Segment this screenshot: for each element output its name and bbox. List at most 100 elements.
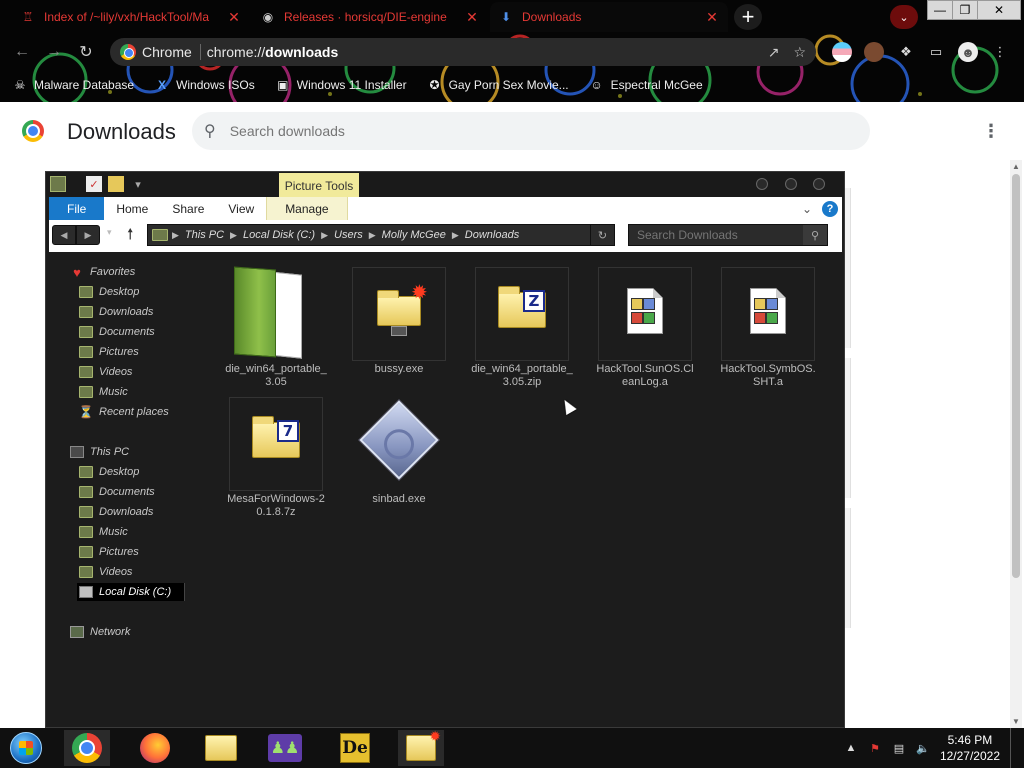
explorer-search[interactable]: ⚲ <box>628 224 828 246</box>
address-bar[interactable]: Chrome chrome://downloads ↗ ☆ <box>110 38 816 66</box>
downloads-search[interactable]: ⚲ <box>192 112 870 150</box>
nav-pc-desktop[interactable]: Desktop <box>79 463 139 481</box>
profile-avatar[interactable]: ☻ <box>958 42 978 62</box>
scroll-down-icon[interactable]: ▼ <box>1010 717 1022 726</box>
explorer-maximize-button[interactable] <box>785 178 797 190</box>
breadcrumb-users[interactable]: Users <box>328 229 369 241</box>
tab-share[interactable]: Share <box>160 197 216 220</box>
network-icon[interactable]: ▤ <box>892 741 906 755</box>
avatar-extension-icon[interactable] <box>864 42 884 62</box>
file-item-mesa-7z[interactable]: 7 MesaForWindows-20.1.8.7z <box>227 392 325 518</box>
breadcrumb-this-pc[interactable]: This PC <box>179 229 230 241</box>
taskbar-explorer-window[interactable] <box>398 728 444 766</box>
explorer-address-bar[interactable]: ▶ This PC ▶ Local Disk (C:) ▶ Users ▶ Mo… <box>147 224 615 246</box>
restore-button[interactable]: ❐ <box>952 0 978 20</box>
explorer-minimize-button[interactable] <box>756 178 768 190</box>
nav-this-pc[interactable]: This PC <box>70 443 129 461</box>
close-window-button[interactable]: ✕ <box>977 0 1021 20</box>
bookmark-movie[interactable]: ✪ Gay Porn Sex Movie... <box>427 77 569 93</box>
recent-locations-icon[interactable]: ▾ <box>107 227 112 238</box>
site-info-chip[interactable]: Chrome <box>120 44 201 60</box>
file-item-symbos-sht[interactable]: HackTool.SymbOS.SHT.a <box>720 262 816 388</box>
nav-pc-pictures[interactable]: Pictures <box>79 543 139 561</box>
search-icon[interactable]: ⚲ <box>803 225 827 245</box>
puzzle-icon[interactable]: ❖ <box>896 42 916 62</box>
start-button[interactable] <box>4 730 48 766</box>
explorer-forward-button[interactable]: ▶ <box>76 225 100 245</box>
reload-button[interactable]: ↻ <box>74 41 98 63</box>
tab-home[interactable]: Home <box>104 197 160 220</box>
star-icon[interactable]: ☆ <box>793 44 806 61</box>
volume-icon[interactable]: 🔈 <box>916 741 930 755</box>
scroll-up-icon[interactable]: ▲ <box>1010 162 1022 171</box>
share-icon[interactable]: ↗ <box>768 44 780 61</box>
breadcrumb-downloads[interactable]: Downloads <box>459 229 525 241</box>
kebab-menu-icon[interactable]: ⋮ <box>982 120 1000 144</box>
tab-manage[interactable]: Manage <box>266 197 348 220</box>
bookmark-malware-database[interactable]: ☠ Malware Database <box>12 77 134 93</box>
chevron-up-icon[interactable]: ▲ <box>844 741 858 755</box>
taskbar-file-explorer[interactable] <box>198 730 244 766</box>
taskbar-detect-it-easy[interactable]: De <box>332 730 378 766</box>
close-icon[interactable]: ✕ <box>226 9 242 26</box>
nav-pc-music[interactable]: Music <box>79 523 128 541</box>
nav-fav-downloads[interactable]: Downloads <box>79 303 153 321</box>
close-icon[interactable]: ✕ <box>704 9 720 26</box>
nav-pc-downloads[interactable]: Downloads <box>79 503 153 521</box>
breadcrumb-molly-mcgee[interactable]: Molly McGee <box>376 229 452 241</box>
nav-pc-local-disk[interactable]: Local Disk (C:) <box>77 583 185 601</box>
expand-ribbon-icon[interactable]: ⌄ <box>802 202 812 216</box>
tab-view[interactable]: View <box>216 197 266 220</box>
nav-fav-music[interactable]: Music <box>79 383 128 401</box>
file-item-sinbad-exe[interactable]: sinbad.exe <box>352 392 446 516</box>
page-scrollbar[interactable]: ▲ ▼ <box>1010 160 1022 728</box>
tab-die-releases[interactable]: ◉ Releases · horsicq/DIE-engine ✕ <box>252 2 488 32</box>
tab-downloads[interactable]: ⬇ Downloads ✕ <box>490 2 728 32</box>
explorer-back-button[interactable]: ◀ <box>52 225 76 245</box>
bookmark-espectral-mcgee[interactable]: ☺ Espectral McGee <box>589 77 702 93</box>
taskbar-people-app[interactable]: ♟♟ <box>262 730 308 766</box>
chevron-down-icon[interactable]: ▾ <box>130 176 146 192</box>
tab-hacktool-index[interactable]: ♖ Index of /~lily/vxh/HackTool/Ma ✕ <box>12 2 250 32</box>
tab-file[interactable]: File <box>49 197 105 220</box>
show-desktop-button[interactable] <box>1010 728 1016 768</box>
bookmark-windows-isos[interactable]: X Windows ISOs <box>154 77 255 93</box>
file-item-sunos-cleanlog[interactable]: HackTool.SunOS.CleanLog.a <box>596 262 694 388</box>
nav-fav-videos[interactable]: Videos <box>79 363 132 381</box>
back-button[interactable]: ← <box>10 41 34 63</box>
nav-fav-pictures[interactable]: Pictures <box>79 343 139 361</box>
forward-button[interactable]: → <box>42 41 66 63</box>
file-item-bussy-exe[interactable]: ✹ bussy.exe <box>352 262 446 386</box>
properties-icon[interactable]: ✓ <box>86 176 102 192</box>
breadcrumb-local-disk[interactable]: Local Disk (C:) <box>237 229 321 241</box>
tab-search-button[interactable]: ⌄ <box>890 5 918 29</box>
action-center-flag-icon[interactable]: ⚑ <box>868 741 882 755</box>
new-folder-icon[interactable] <box>108 176 124 192</box>
clock[interactable]: 5:46 PM 12/27/2022 <box>940 732 1000 764</box>
refresh-icon[interactable]: ↻ <box>590 225 614 245</box>
search-input[interactable] <box>229 123 830 139</box>
bookmark-windows-11-installer[interactable]: ▣ Windows 11 Installer <box>275 77 407 93</box>
sidebar-icon[interactable]: ▭ <box>926 42 946 62</box>
scrollbar-thumb[interactable] <box>1012 174 1020 578</box>
file-item-die-zip[interactable]: Z die_win64_portable_3.05.zip <box>471 262 573 388</box>
file-item-die-folder[interactable]: die_win64_portable_3.05 <box>225 262 327 388</box>
explorer-search-input[interactable] <box>637 228 797 242</box>
nav-fav-recent-places[interactable]: ⏳ Recent places <box>79 403 169 421</box>
explorer-close-button[interactable] <box>813 178 825 190</box>
nav-pc-documents[interactable]: Documents <box>79 483 155 501</box>
nav-favorites[interactable]: ♥ Favorites <box>70 263 135 281</box>
minimize-button[interactable]: — <box>927 0 953 20</box>
new-tab-button[interactable]: + <box>734 4 762 30</box>
extension-flag-icon[interactable] <box>832 42 852 62</box>
up-arrow-icon[interactable]: 🠕 <box>127 224 133 249</box>
nav-network[interactable]: Network <box>70 623 130 641</box>
kebab-menu-icon[interactable]: ⋮ <box>990 42 1010 62</box>
nav-pc-videos[interactable]: Videos <box>79 563 132 581</box>
close-icon[interactable]: ✕ <box>464 9 480 26</box>
taskbar-firefox[interactable] <box>132 730 178 766</box>
nav-fav-desktop[interactable]: Desktop <box>79 283 139 301</box>
help-icon[interactable]: ? <box>822 200 838 217</box>
taskbar-chrome[interactable] <box>64 730 110 766</box>
nav-fav-documents[interactable]: Documents <box>79 323 155 341</box>
